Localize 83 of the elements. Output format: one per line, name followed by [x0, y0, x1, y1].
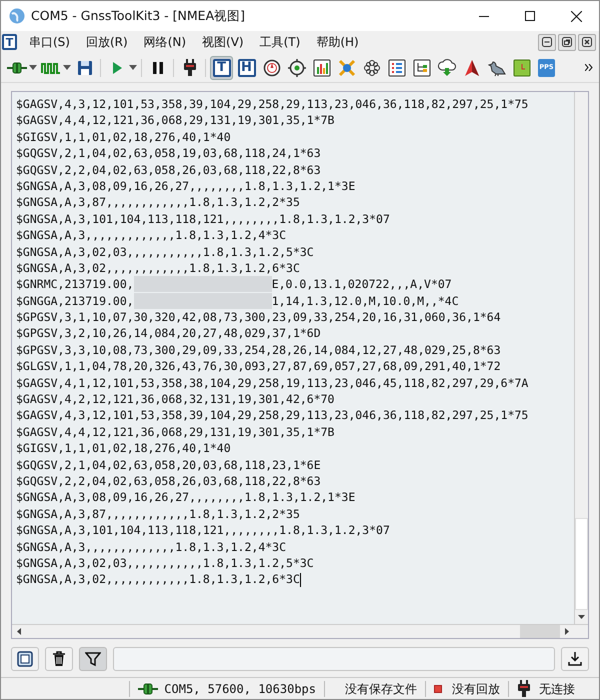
nmea-sentence: $GAGSV,4,3,12,101,53,358,39,104,29,258,29,113,23,046,36,118,82,297,25,1*75: [16, 96, 528, 112]
nmea-sentence: $GNGSA,A,3,08,09,16,26,27,,,,,,,,1.8,1.3,1.2,1*3E: [16, 489, 356, 506]
download-icon: [568, 652, 582, 666]
nmea-sentence: $GQGSV,2,2,04,02,63,058,26,03,68,118,22,8*63: [16, 162, 321, 178]
nmea-sentence: $GIGSV,1,1,01,02,18,276,40,1*40: [16, 440, 231, 457]
scrollbar-thumb[interactable]: [575, 518, 588, 610]
nmea-sentence: $GNGSA,A,3,02,03,,,,,,,,,,,1.8,1.3,1.2,5*3C: [16, 244, 314, 260]
nmea-sentence: $GQGSV,2,1,04,02,63,058,19,03,68,118,24,1*63: [16, 145, 321, 162]
tool-button[interactable]: [79, 647, 107, 671]
download-button[interactable]: [561, 647, 589, 671]
mdi-minimize-button[interactable]: [538, 34, 556, 50]
nmea-sentence: 1,14,1.3,12.0,M,10.0,M,,*4C: [272, 292, 459, 310]
nmea-sentence: $GNRMC,213719.00,: [16, 276, 134, 293]
pulse-wave-icon: [40, 60, 60, 74]
nmea-sentence: $GNGSA,A,3,101,104,113,118,121,,,,,,,,1.8,1.3,1.2,3*07: [16, 522, 390, 539]
list-icon: [388, 58, 406, 76]
menu-item[interactable]: 串口(S): [21, 33, 78, 51]
playback-status: 没有回放: [452, 680, 500, 698]
nmea-sentence: $GPGSV,3,2,10,26,14,084,20,27,48,029,37,1*6D: [16, 325, 321, 342]
filter-icon: [85, 651, 101, 667]
bar-chart-icon: [312, 58, 330, 76]
nmea-sentence: $GNGSA,A,3,,,,,,,,,,,,,1.8,1.3,1.2,4*3C: [16, 538, 286, 555]
nmea-sentence: $GAGSV,4,3,12,101,53,358,39,104,29,258,29,113,23,046,36,118,82,297,25,1*75: [16, 407, 528, 424]
close-icon: [570, 10, 582, 22]
nmea-sentence: $GAGSV,4,4,12,121,36,068,29,131,19,301,35,1*7B: [16, 112, 334, 129]
save-icon: [76, 58, 94, 76]
nmea-sentence: $GIGSV,1,1,01,02,18,276,40,1*40: [16, 128, 231, 146]
pigeon-icon: [488, 58, 506, 76]
close-icon: [582, 37, 592, 47]
arrowhead-icon: [462, 58, 480, 76]
nmea-sentence: $GPGSV,3,3,10,08,73,300,29,09,33,254,28,26,14,084,12,27,48,029,25,8*63: [16, 342, 501, 358]
satellite-icon: [338, 58, 356, 76]
nmea-sentence: $GNGGA,213719.00,: [16, 292, 134, 310]
nmea-sentence: $GAGSV,4,4,12,121,36,068,29,131,19,301,35,1*7B: [16, 424, 334, 440]
nmea-sentence: E,0.0,13.1,020722,,,A,V*07: [272, 276, 452, 293]
nmea-sentence: $GQGSV,2,1,04,02,63,058,20,03,68,118,23,1*6E: [16, 456, 321, 473]
save-status: 没有保存文件: [344, 680, 418, 698]
menu-item[interactable]: 帮助(H): [308, 33, 367, 51]
nmea-sentence: $GNGSA,A,3,02,,,,,,,,,,,,1.8,1.3,1.2,6*3C: [16, 571, 300, 588]
nmea-sentence: $GAGSV,4,1,12,101,53,358,38,104,29,258,19,113,23,046,45,118,82,297,29,6*7A: [16, 374, 528, 392]
compass-icon: [262, 58, 280, 76]
scroll-down-icon[interactable]: [578, 615, 585, 619]
nmea-sentence: $GNGSA,A,3,87,,,,,,,,,,,,1.8,1.3,1.2,2*35: [16, 506, 300, 522]
vertical-scrollbar[interactable]: [574, 92, 588, 624]
command-input-field[interactable]: [113, 647, 555, 671]
nmea-sentence: $GPGSV,3,1,10,07,30,320,42,08,73,300,23,09,33,254,20,16,31,060,36,1*64: [16, 309, 501, 326]
menu-item[interactable]: 回放(R): [78, 33, 136, 51]
flower-icon: [362, 58, 380, 76]
plug-icon: [182, 58, 196, 76]
nmea-sentence: $GAGSV,4,2,12,121,36,068,32,131,19,301,42,6*70: [16, 391, 334, 408]
tool-button[interactable]: [45, 647, 73, 671]
nmea-sentence: $GLGSV,1,1,04,78,20,326,43,76,30,093,27,87,69,057,27,68,09,291,40,1*72: [16, 358, 501, 375]
window-title: COM5 - GnssToolKit3 - [NMEA视图]: [31, 6, 245, 25]
target-icon: [288, 58, 306, 76]
nmea-sentence: $GQGSV,2,2,04,02,63,058,26,03,68,118,22,8*63: [16, 472, 321, 490]
nmea-sentence: $GNGSA,A,3,101,104,113,118,121,,,,,,,,1.8,1.3,1.2,3*07: [16, 210, 390, 228]
restore-icon: [562, 37, 572, 47]
network-status: 无连接: [539, 680, 575, 698]
connector-icon: [138, 682, 158, 694]
frame-icon: [17, 651, 33, 667]
mdi-close-button[interactable]: [578, 34, 596, 50]
document-icon: T: [2, 34, 17, 50]
trash-icon: [51, 651, 67, 667]
plug-icon: [517, 680, 531, 698]
connection-status: COM5, 57600, 10630bps: [164, 680, 316, 698]
horizontal-scrollbar[interactable]: [12, 624, 588, 638]
menu-item[interactable]: 网络(N): [136, 33, 194, 51]
scrollbar-thumb[interactable]: [520, 625, 560, 638]
maximize-icon: [525, 11, 535, 21]
tool-button[interactable]: [11, 647, 39, 671]
mdi-restore-button[interactable]: [558, 34, 576, 50]
menu-item[interactable]: 视图(V): [194, 33, 252, 51]
menu-item[interactable]: 工具(T): [252, 33, 308, 51]
nmea-sentence: $GNGSA,A,3,,,,,,,,,,,,,1.8,1.3,1.2,4*3C: [16, 227, 286, 244]
nmea-sentence: $GNGSA,A,3,02,,,,,,,,,,,,1.8,1.3,1.2,6*3C: [16, 260, 300, 276]
stop-icon: [434, 684, 442, 692]
tree-icon: [412, 58, 430, 76]
connector-icon: [6, 62, 26, 74]
minimize-icon: [542, 37, 552, 47]
nmea-sentence: $GNGSA,A,3,02,03,,,,,,,,,,,1.8,1.3,1.2,5*3C: [16, 554, 314, 572]
nmea-sentence: $GNGSA,A,3,08,09,16,26,27,,,,,,,,1.8,1.3,1.2,1*3E: [16, 178, 356, 194]
cloud-download-icon: [438, 58, 456, 76]
nmea-sentence: $GNGSA,A,3,87,,,,,,,,,,,,1.8,1.3,1.2,2*35: [16, 194, 300, 211]
